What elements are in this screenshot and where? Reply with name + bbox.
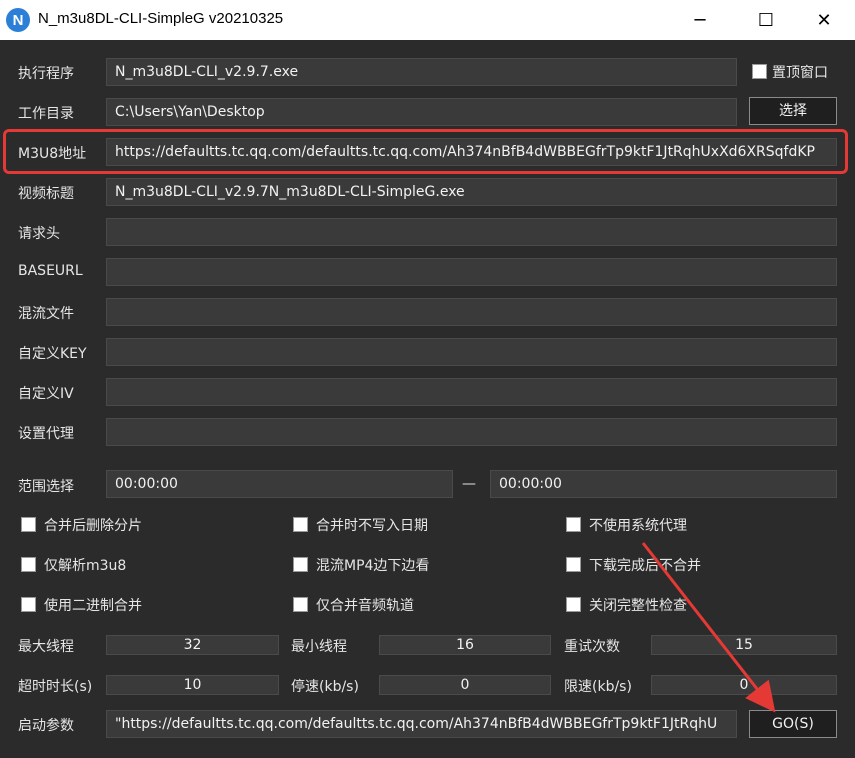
red-arrow-annotation: [641, 542, 776, 713]
